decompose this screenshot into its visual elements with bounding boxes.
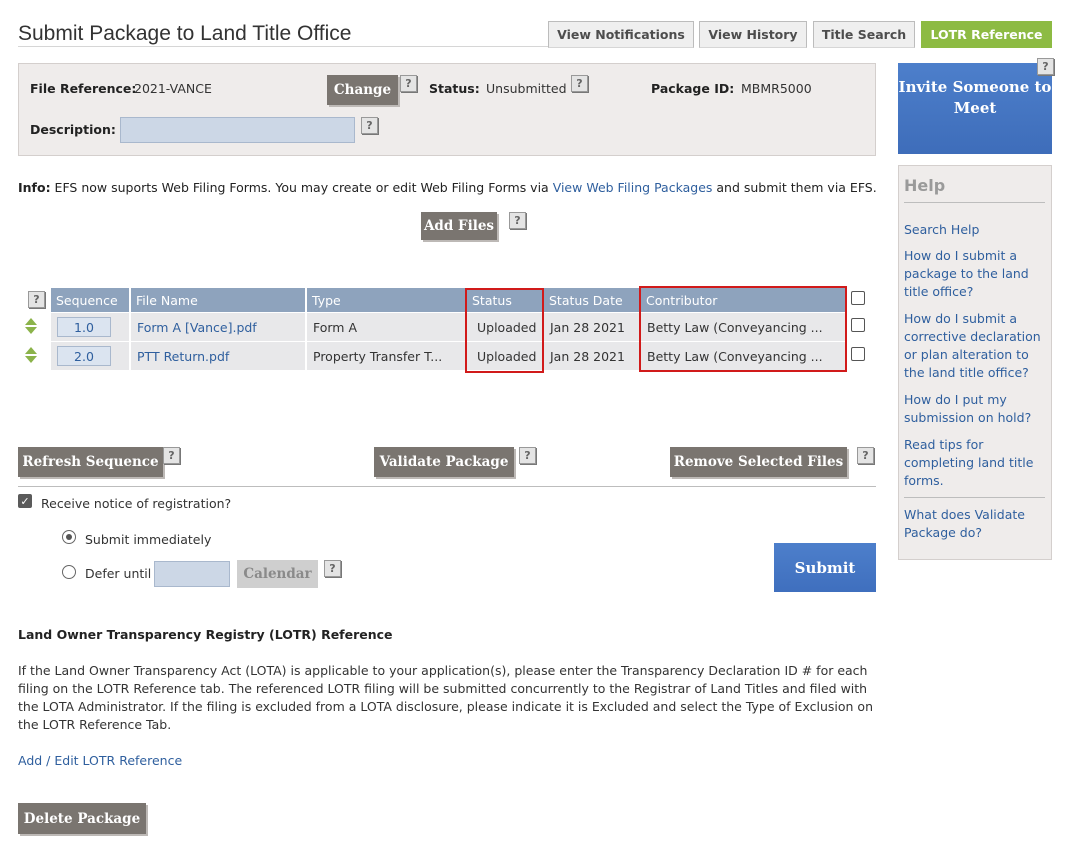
help-link-submission-on-hold[interactable]: How do I put my submission on hold?: [904, 391, 1048, 427]
defer-until-radio[interactable]: [62, 565, 76, 579]
help-icon[interactable]: ?: [519, 447, 536, 464]
defer-date-input[interactable]: [154, 561, 230, 587]
sequence-input[interactable]: 1.0: [57, 317, 111, 337]
receive-notice-label: Receive notice of registration?: [41, 496, 232, 511]
lotr-description: If the Land Owner Transparency Act (LOTA…: [18, 663, 873, 732]
status-label: Status:: [429, 81, 480, 96]
file-status-date: Jan 28 2021: [544, 313, 640, 341]
help-icon[interactable]: ?: [163, 447, 180, 464]
info-text-end: and submit them via EFS.: [712, 180, 877, 195]
divider: [18, 486, 876, 487]
file-type: Property Transfer T...: [307, 342, 467, 370]
divider: [904, 497, 1045, 498]
column-header-type[interactable]: Type: [307, 288, 467, 312]
drag-handle-icon[interactable]: [24, 318, 38, 334]
add-edit-lotr-reference-link[interactable]: Add / Edit LOTR Reference: [18, 753, 182, 768]
sequence-input[interactable]: 2.0: [57, 346, 111, 366]
submit-immediately-label: Submit immediately: [85, 532, 212, 547]
validate-package-button[interactable]: Validate Package: [374, 447, 514, 477]
select-all-checkbox[interactable]: [851, 291, 865, 305]
file-reference-value: 2021-VANCE: [134, 81, 212, 96]
page-title: Submit Package to Land Title Office: [18, 22, 352, 45]
file-name-text[interactable]: Form A [Vance].pdf: [137, 320, 257, 335]
receive-notice-checkbox[interactable]: ✓: [18, 494, 32, 508]
help-icon[interactable]: ?: [509, 212, 526, 229]
contributor-column-highlight: [639, 286, 847, 372]
help-title: Help: [904, 176, 946, 195]
info-text: EFS now suports Web Filing Forms. You ma…: [50, 180, 553, 195]
lotr-heading: Land Owner Transparency Registry (LOTR) …: [18, 627, 393, 642]
column-header-status-date[interactable]: Status Date: [544, 288, 640, 312]
title-divider: [18, 46, 548, 47]
help-icon[interactable]: ?: [400, 75, 417, 92]
add-files-button[interactable]: Add Files: [421, 212, 497, 240]
view-web-filing-packages-link[interactable]: View Web Filing Packages: [553, 180, 713, 195]
table-row: 2.0: [51, 342, 129, 370]
file-type: Form A: [307, 313, 467, 341]
file-name-link[interactable]: PTT Return.pdf: [131, 342, 305, 370]
description-label: Description:: [30, 122, 116, 137]
status-column-highlight: [465, 288, 544, 373]
submit-button[interactable]: Submit: [774, 543, 876, 592]
refresh-sequence-button[interactable]: Refresh Sequence: [18, 447, 163, 477]
row-select-checkbox[interactable]: [851, 347, 865, 361]
divider: [904, 202, 1045, 203]
help-icon[interactable]: ?: [1037, 58, 1054, 75]
drag-handle-icon[interactable]: [24, 347, 38, 363]
package-id-label: Package ID:: [651, 81, 735, 96]
info-prefix: Info:: [18, 180, 51, 195]
file-name-text[interactable]: PTT Return.pdf: [137, 349, 229, 364]
tab-view-history[interactable]: View History: [699, 21, 807, 48]
remove-selected-files-button[interactable]: Remove Selected Files: [670, 447, 847, 477]
change-button[interactable]: Change: [327, 75, 398, 105]
info-message: Info: EFS now suports Web Filing Forms. …: [18, 180, 877, 195]
description-input[interactable]: [120, 117, 355, 143]
help-link-corrective-declaration[interactable]: How do I submit a corrective declaration…: [904, 310, 1048, 382]
tab-title-search[interactable]: Title Search: [813, 21, 915, 48]
help-icon[interactable]: ?: [571, 75, 588, 92]
tab-view-notifications[interactable]: View Notifications: [548, 21, 694, 48]
table-row: 1.0: [51, 313, 129, 341]
help-link-validate-package[interactable]: What does Validate Package do?: [904, 506, 1048, 542]
calendar-button[interactable]: Calendar: [237, 560, 318, 588]
invite-someone-to-meet-button[interactable]: Invite Someone to Meet: [898, 63, 1052, 154]
file-name-link[interactable]: Form A [Vance].pdf: [131, 313, 305, 341]
help-icon[interactable]: ?: [324, 560, 341, 577]
submit-immediately-radio[interactable]: [62, 530, 76, 544]
help-icon[interactable]: ?: [28, 291, 45, 308]
row-select-checkbox[interactable]: [851, 318, 865, 332]
help-link-tips-land-title-forms[interactable]: Read tips for completing land title form…: [904, 436, 1048, 490]
tab-lotr-reference[interactable]: LOTR Reference: [921, 21, 1052, 48]
file-status-date: Jan 28 2021: [544, 342, 640, 370]
status-value: Unsubmitted: [486, 81, 567, 96]
help-icon[interactable]: ?: [857, 447, 874, 464]
package-id-value: MBMR5000: [741, 81, 812, 96]
help-link-search-help[interactable]: Search Help: [904, 221, 1048, 239]
column-header-file-name[interactable]: File Name: [131, 288, 305, 312]
file-reference-label: File Reference:: [30, 81, 137, 96]
column-header-sequence[interactable]: Sequence: [51, 288, 129, 312]
help-link-submit-package[interactable]: How do I submit a package to the land ti…: [904, 247, 1048, 301]
defer-until-label: Defer until: [85, 566, 152, 581]
delete-package-button[interactable]: Delete Package: [18, 803, 146, 834]
help-icon[interactable]: ?: [361, 117, 378, 134]
